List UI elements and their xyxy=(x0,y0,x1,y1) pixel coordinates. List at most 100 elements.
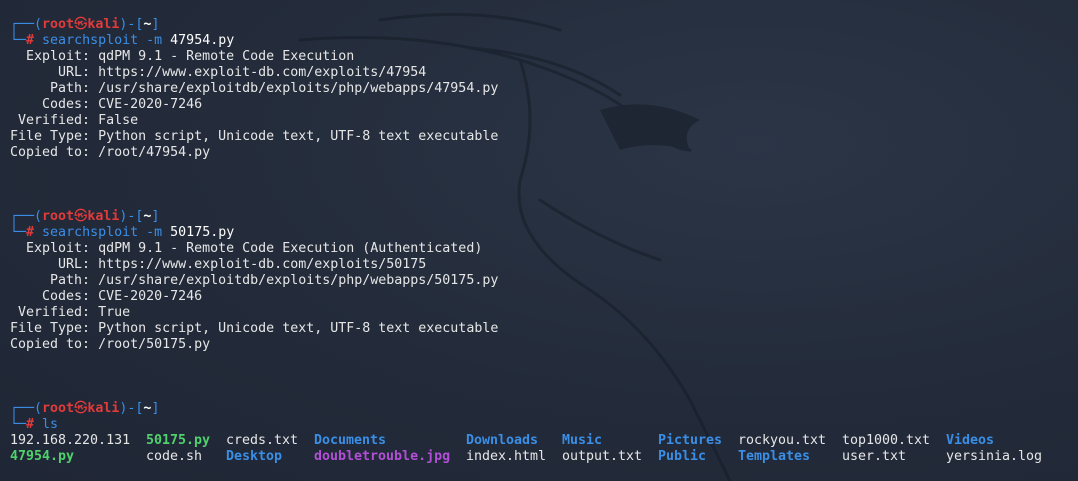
output-label: Verified: xyxy=(10,305,91,320)
prompt-frame: ┌──( xyxy=(10,401,43,416)
command-name: searchsploit xyxy=(42,33,139,48)
output-value: qdPM 9.1 - Remote Code Execution xyxy=(90,49,355,64)
output-line: Copied to: /root/50175.py xyxy=(10,337,1070,353)
output-line: Codes: CVE-2020-7246 xyxy=(10,289,1070,305)
output-label: Exploit: xyxy=(10,49,91,64)
output-value: CVE-2020-7246 xyxy=(90,97,203,112)
output-line: Exploit: qdPM 9.1 - Remote Code Executio… xyxy=(10,49,1070,65)
ls-entry: yersinia.log xyxy=(946,449,1043,464)
output-line: Path: /usr/share/exploitdb/exploits/php/… xyxy=(10,273,1070,289)
output-label: Exploit: xyxy=(10,241,91,256)
ls-entry: doubletrouble.jpg xyxy=(314,449,451,464)
ls-entry: code.sh xyxy=(146,449,203,464)
output-line: URL: https://www.exploit-db.com/exploits… xyxy=(10,257,1070,273)
output-line: Verified: False xyxy=(10,113,1070,129)
skull-icon: ㉿ xyxy=(74,401,88,416)
output-label: Verified: xyxy=(10,113,91,128)
prompt-user: root xyxy=(42,17,75,32)
command-line: └─# searchsploit -m 47954.py xyxy=(10,33,1070,49)
prompt-line: ┌──(root㉿kali)-[~] xyxy=(10,209,1070,225)
output-label: Codes: xyxy=(10,97,91,112)
prompt-user: root xyxy=(42,209,75,224)
prompt-host: kali xyxy=(87,17,120,32)
output-label: URL: xyxy=(10,257,91,272)
command-flag: -m xyxy=(146,225,163,240)
output-value: qdPM 9.1 - Remote Code Execution (Authen… xyxy=(90,241,483,256)
ls-entry: output.txt xyxy=(562,449,643,464)
ls-entry: Desktop xyxy=(226,449,283,464)
output-value: False xyxy=(90,113,139,128)
ls-entry: Public xyxy=(658,449,707,464)
output-line: URL: https://www.exploit-db.com/exploits… xyxy=(10,65,1070,81)
prompt-host: kali xyxy=(87,209,120,224)
output-line: Copied to: /root/47954.py xyxy=(10,145,1070,161)
prompt-frame: ┌──( xyxy=(10,209,43,224)
ls-entry: Pictures xyxy=(658,433,723,448)
output-line: File Type: Python script, Unicode text, … xyxy=(10,321,1070,337)
command-name: searchsploit xyxy=(42,225,139,240)
command-arg: 47954.py xyxy=(170,33,235,48)
prompt-frame: )-[ xyxy=(119,17,144,32)
command-arg: 50175.py xyxy=(170,225,235,240)
ls-entry: 50175.py xyxy=(146,433,211,448)
output-label: Path: xyxy=(10,81,91,96)
prompt-hash: # xyxy=(26,33,35,48)
prompt-user: root xyxy=(42,401,75,416)
ls-entry: Music xyxy=(562,433,603,448)
ls-listing: 192.168.220.131 50175.py creds.txt Document… xyxy=(10,433,1070,465)
output-value: CVE-2020-7246 xyxy=(90,289,203,304)
output-value: Python script, Unicode text, UTF-8 text … xyxy=(90,129,499,144)
ls-entry: 192.168.220.131 xyxy=(10,433,131,448)
output-value: https://www.exploit-db.com/exploits/5017… xyxy=(90,257,427,272)
ls-entry: Templates xyxy=(738,449,811,464)
prompt-frame: └─ xyxy=(10,225,27,240)
output-value: /root/47954.py xyxy=(90,145,211,160)
output-value: /root/50175.py xyxy=(90,337,211,352)
output-value: https://www.exploit-db.com/exploits/4795… xyxy=(90,65,427,80)
ls-entry: top1000.txt xyxy=(842,433,931,448)
ls-entry: Downloads xyxy=(466,433,539,448)
output-value: Python script, Unicode text, UTF-8 text … xyxy=(90,321,499,336)
prompt-frame: )-[ xyxy=(119,401,144,416)
ls-entry: index.html xyxy=(466,449,547,464)
skull-icon: ㉿ xyxy=(74,17,88,32)
command-name: ls xyxy=(42,417,59,432)
command-line: └─# searchsploit -m 50175.py xyxy=(10,225,1070,241)
output-label: Copied to: xyxy=(10,337,91,352)
prompt-hash: # xyxy=(26,417,35,432)
output-label: URL: xyxy=(10,65,91,80)
output-label: File Type: xyxy=(10,129,91,144)
output-line: Verified: True xyxy=(10,305,1070,321)
command-flag: -m xyxy=(146,33,163,48)
ls-entry: rockyou.txt xyxy=(738,433,827,448)
prompt-frame: ] xyxy=(151,17,160,32)
prompt-line: ┌──(root㉿kali)-[~] xyxy=(10,401,1070,417)
output-line: Exploit: qdPM 9.1 - Remote Code Executio… xyxy=(10,241,1070,257)
ls-entry: Videos xyxy=(946,433,995,448)
output-line: File Type: Python script, Unicode text, … xyxy=(10,129,1070,145)
output-value: /usr/share/exploitdb/exploits/php/webapp… xyxy=(90,273,499,288)
command-line: └─# ls xyxy=(10,417,1070,433)
prompt-frame: └─ xyxy=(10,417,27,432)
output-value: /usr/share/exploitdb/exploits/php/webapp… xyxy=(90,81,499,96)
output-label: Copied to: xyxy=(10,145,91,160)
prompt-frame: ] xyxy=(151,401,160,416)
ls-entry: creds.txt xyxy=(226,433,299,448)
output-label: File Type: xyxy=(10,321,91,336)
prompt-frame: )-[ xyxy=(119,209,144,224)
output-label: Codes: xyxy=(10,289,91,304)
prompt-line: ┌──(root㉿kali)-[~] xyxy=(10,17,1070,33)
output-line: Path: /usr/share/exploitdb/exploits/php/… xyxy=(10,81,1070,97)
output-line: Codes: CVE-2020-7246 xyxy=(10,97,1070,113)
prompt-frame: ┌──( xyxy=(10,17,43,32)
output-label: Path: xyxy=(10,273,91,288)
ls-entry: Documents xyxy=(314,433,387,448)
terminal-output[interactable]: ┌──(root㉿kali)-[~] └─# searchsploit -m 4… xyxy=(10,17,1070,465)
ls-entry: 47954.py xyxy=(10,449,75,464)
